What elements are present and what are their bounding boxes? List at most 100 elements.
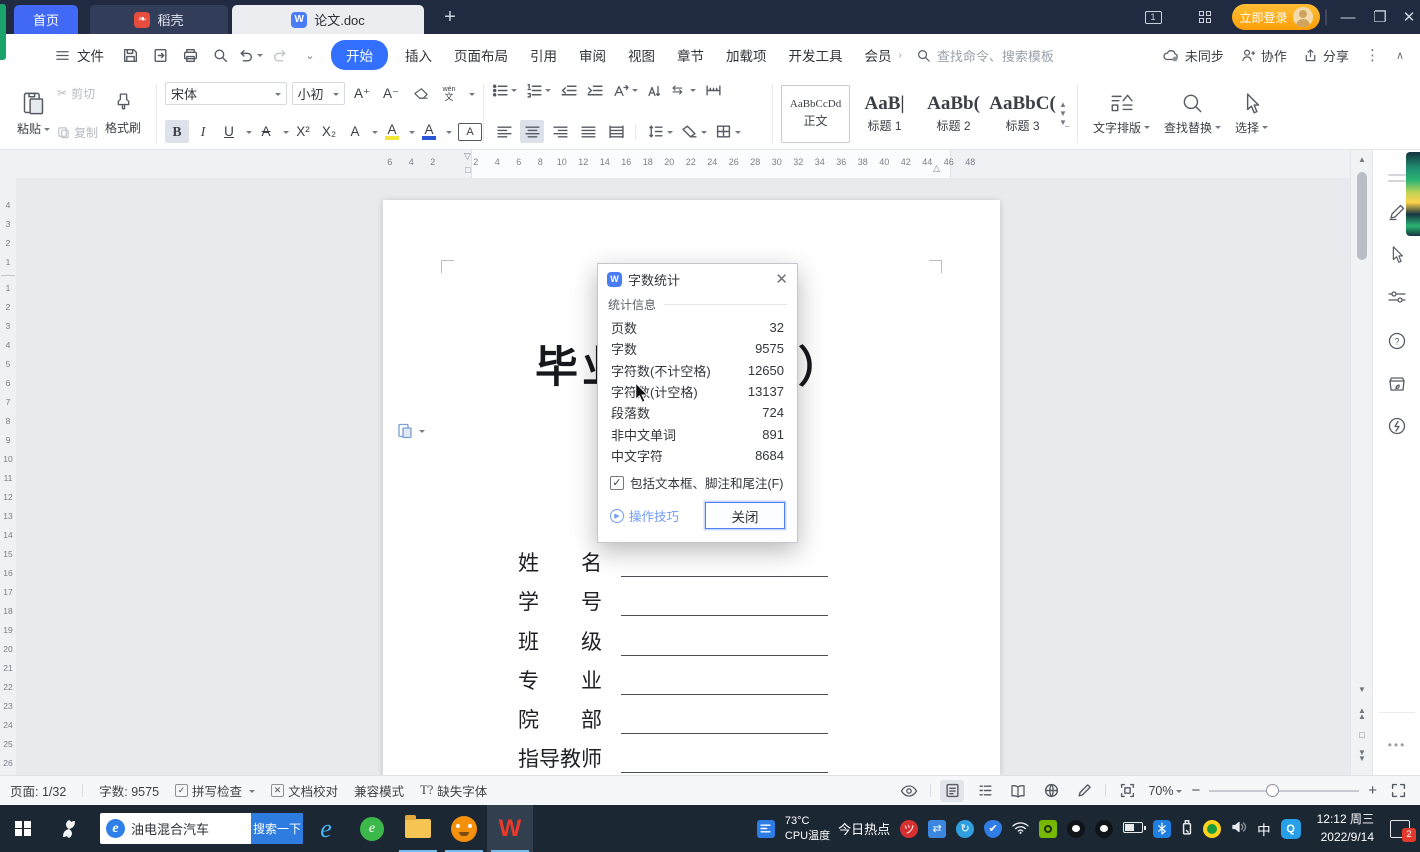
restore-button[interactable]: ❐ (1366, 0, 1394, 34)
style-heading3[interactable]: AaBbC( 标题 3 (988, 85, 1057, 143)
bold-button[interactable]: B (165, 120, 190, 143)
ribbon-tab[interactable]: 审阅 (568, 45, 617, 65)
dialog-close-button[interactable]: 关闭 (705, 502, 785, 530)
find-replace-button[interactable]: 查找替换 (1157, 80, 1228, 147)
eye-protection-icon[interactable] (897, 780, 921, 802)
decrease-indent-icon[interactable] (560, 83, 577, 98)
vertical-scrollbar[interactable]: ▲ ▼ ▲ ▲ □ ▼ ▼ (1350, 150, 1372, 775)
font-size-select[interactable]: 小初 (291, 82, 346, 105)
login-button[interactable]: 立即登录 (1232, 4, 1320, 30)
distribute-button[interactable] (604, 120, 628, 143)
highlight-button[interactable]: A (380, 120, 404, 143)
styles-up-icon[interactable]: ▲ (1059, 100, 1067, 109)
grow-font-button[interactable]: A⁺ (350, 82, 374, 105)
docer-resource-strip[interactable] (1406, 152, 1420, 236)
vertical-ruler[interactable]: 4321 1 2 3 4 5 6 7 8 9 10 11 12 13 14 15 16 17 18 19 20 21 22… (0, 178, 16, 775)
wrap-icon[interactable]: ⇆ (672, 82, 683, 98)
outline-view-icon[interactable] (973, 780, 997, 802)
undo-dropdown[interactable] (257, 54, 263, 60)
styles-down-icon[interactable]: ▼ (1059, 109, 1067, 118)
tray-sync-icon[interactable]: ↻ (956, 819, 975, 838)
taskbar-search-widget[interactable]: e 油电混合汽车 搜索一下 (100, 813, 303, 844)
panel-drag-handle[interactable] (1373, 172, 1420, 184)
select-browse-object-icon[interactable]: □ (1351, 731, 1373, 740)
new-tab-button[interactable]: + (437, 4, 463, 30)
search-go-button[interactable]: 搜索一下 (251, 813, 303, 844)
hanging-indent-marker[interactable]: □ (465, 166, 470, 175)
fit-page-icon[interactable] (1115, 780, 1139, 802)
include-footnotes-checkbox[interactable]: ✓ 包括文本框、脚注和尾注(F) (610, 473, 785, 492)
pinwheel-app-button[interactable] (46, 805, 92, 852)
tray-nvidia-icon[interactable] (1039, 819, 1058, 838)
style-heading2[interactable]: AaBb( 标题 2 (919, 85, 988, 143)
ribbon-tab[interactable]: 视图 (617, 45, 666, 65)
ribbon-tab[interactable]: 开发工具 (778, 45, 854, 65)
scroll-down-icon[interactable]: ▼ (1351, 686, 1373, 694)
format-painter-button[interactable]: 格式刷 (98, 80, 148, 147)
quick-tools-icon[interactable] (1373, 416, 1420, 436)
shading-button[interactable] (677, 120, 701, 143)
compatibility-mode-label[interactable]: 兼容模式 (354, 781, 404, 800)
apps-grid-icon[interactable] (1190, 0, 1220, 34)
previous-page-icon[interactable]: ▲ ▲ (1351, 706, 1373, 720)
dialog-titlebar[interactable]: W 字数统计 ✕ (598, 264, 797, 294)
tips-link[interactable]: ▶ 操作技巧 (610, 506, 679, 525)
start-button[interactable] (0, 805, 46, 852)
hotspot-widget[interactable]: 今日热点 (838, 819, 890, 838)
superscript-button[interactable]: X² (291, 120, 315, 143)
command-search[interactable]: 查找命令、搜索模板 (916, 46, 1106, 65)
close-button[interactable]: ✕ (1396, 0, 1420, 34)
print-button[interactable] (175, 42, 205, 68)
collapse-ribbon-icon[interactable]: ∧ (1396, 49, 1404, 62)
clock[interactable]: 12:12 周三 2022/9/14 (1317, 811, 1374, 846)
minimize-button[interactable]: — (1334, 0, 1362, 34)
tray-qq-icon[interactable] (1067, 819, 1086, 838)
select-button[interactable]: 选择 (1228, 80, 1275, 147)
increase-indent-icon[interactable] (586, 83, 603, 98)
ribbon-tab[interactable]: 引用 (519, 45, 568, 65)
save-button[interactable] (115, 42, 145, 68)
browser-360-button[interactable]: e (349, 805, 395, 852)
page-indicator[interactable]: 页面: 1/32 (10, 781, 66, 800)
align-center-button[interactable] (520, 120, 545, 143)
spell-check-toggle[interactable]: ✓ 拼写检查 (175, 781, 256, 800)
read-mode-icon[interactable] (1006, 780, 1030, 802)
zoom-slider-knob[interactable] (1266, 783, 1280, 797)
ribbon-tab[interactable]: 会员 (854, 45, 903, 65)
wps-app-button[interactable]: W (487, 805, 533, 852)
numbering-icon[interactable] (526, 83, 543, 98)
proofing-button[interactable]: ✕ 文档校对 (271, 781, 338, 800)
tray-360-icon[interactable] (1203, 819, 1222, 838)
web-layout-icon[interactable] (1039, 780, 1063, 802)
line-spacing-button[interactable] (643, 120, 667, 143)
tab-marks-icon[interactable] (705, 83, 722, 98)
tray-volume-icon[interactable] (1231, 820, 1247, 837)
character-border-button[interactable]: A (458, 122, 483, 141)
paste-options-button[interactable] (396, 422, 425, 440)
resource-shop-icon[interactable] (1373, 374, 1420, 394)
strikethrough-button[interactable]: A (254, 120, 278, 143)
horizontal-ruler[interactable]: 6 4 2 2 4 6 8 10 12 14 16 18 20 22 24 26 28 30 32 34 36 38 40 4… (16, 150, 1350, 178)
select-tool-icon[interactable] (1373, 245, 1420, 265)
game-app-button[interactable] (441, 805, 487, 852)
right-indent-marker[interactable]: △ (933, 164, 940, 173)
tray-battery-icon[interactable] (1123, 821, 1147, 836)
panel-more-icon[interactable]: ••• (1373, 738, 1420, 752)
tray-usb-drive-icon[interactable] (1181, 819, 1193, 838)
style-heading1[interactable]: AaB| 标题 1 (850, 85, 919, 143)
borders-button[interactable] (711, 120, 735, 143)
action-center-icon[interactable]: 2 (1390, 819, 1416, 842)
fullscreen-icon[interactable] (1386, 780, 1410, 802)
align-left-button[interactable] (492, 120, 516, 143)
style-body[interactable]: AaBbCcDd 正文 (781, 84, 851, 143)
pinyin-guide-button[interactable]: wén 文 (437, 82, 461, 105)
ie-browser-button[interactable]: e (303, 805, 349, 852)
tray-q-app-icon[interactable]: Q (1280, 818, 1301, 839)
cpu-temp-widget[interactable]: 73°C CPU温度 (785, 814, 830, 843)
toolbar-options-chevron[interactable]: ⌄ (295, 42, 325, 68)
zoom-level-select[interactable]: 70% (1148, 784, 1183, 798)
subscript-button[interactable]: X₂ (317, 120, 341, 143)
member-chevron-icon[interactable]: › (899, 50, 902, 61)
share-button[interactable]: 分享 (1303, 46, 1349, 65)
font-color-button[interactable]: A (417, 120, 441, 143)
